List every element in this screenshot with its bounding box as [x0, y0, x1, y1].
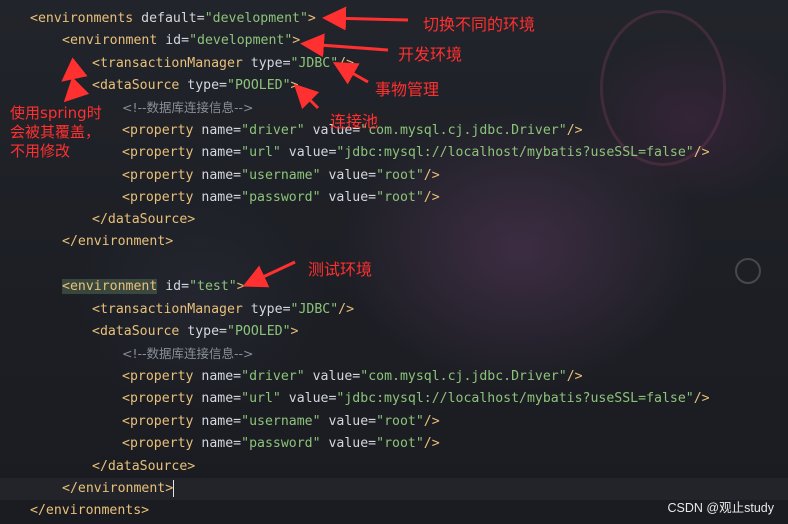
arrow-switch-env — [322, 6, 409, 31]
annotation-tx-mgmt: 事物管理 — [375, 80, 440, 99]
arrow-spring-2 — [63, 76, 90, 103]
arrow-conn-pool — [293, 83, 320, 110]
annotation-conn-pool: 连接池 — [330, 112, 379, 131]
arrow-test-env — [242, 260, 296, 288]
annotation-test-env: 测试环境 — [308, 260, 373, 279]
annotation-dev-env: 开发环境 — [398, 45, 463, 64]
arrow-tx-mgmt — [332, 62, 369, 85]
arrow-dev-env — [300, 33, 389, 58]
annotation-spring-note: 使用spring时 会被其覆盖， 不用修改 — [10, 104, 102, 160]
arrow-spring-1 — [61, 57, 88, 82]
watermark: CSDN @观止study — [667, 501, 774, 515]
annotation-switch-env: 切换不同的环境 — [423, 15, 536, 34]
